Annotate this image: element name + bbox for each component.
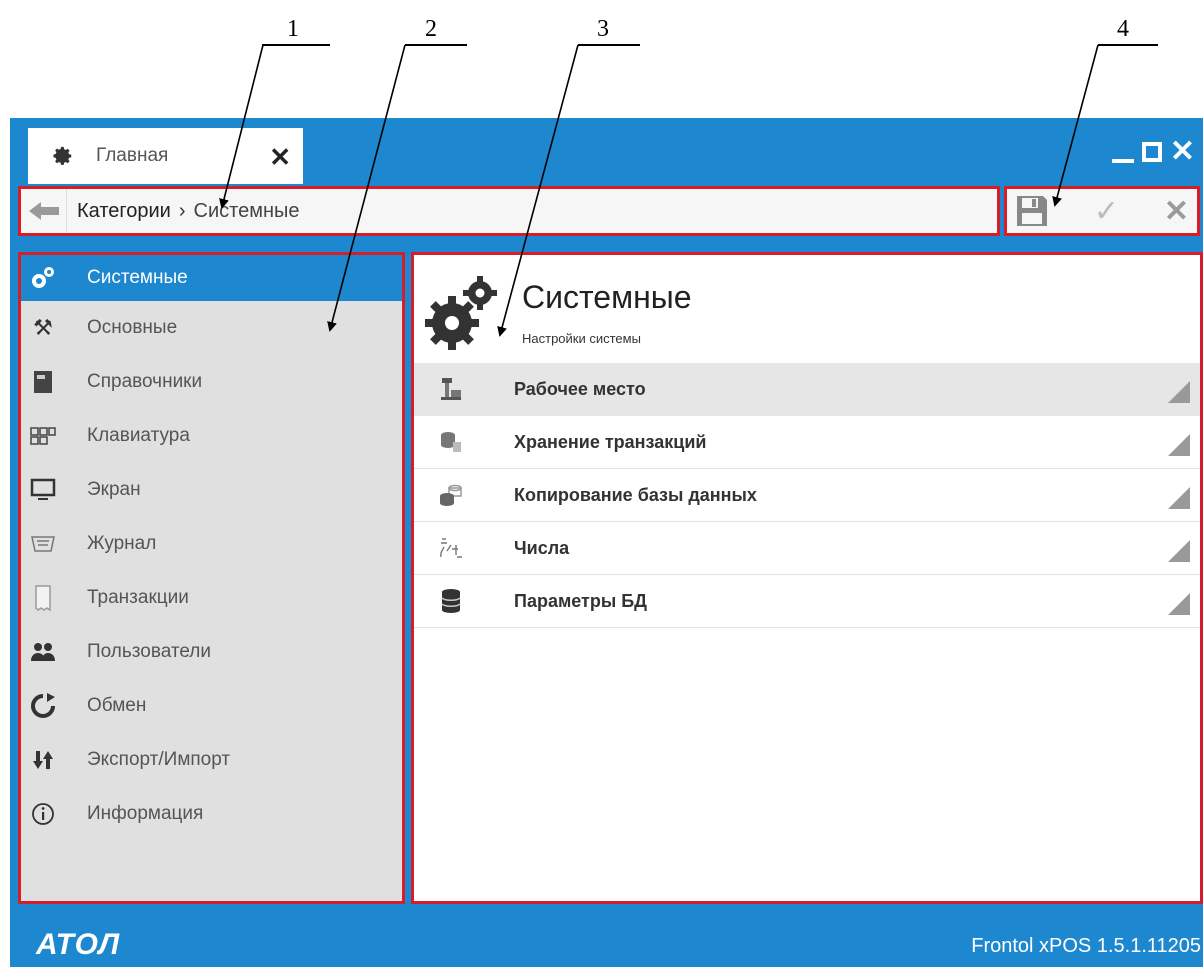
window-close-button[interactable]: ✕ xyxy=(1170,137,1195,167)
settings-row-db-params[interactable]: Параметры БД xyxy=(414,575,1200,628)
book-icon xyxy=(29,368,57,396)
info-icon xyxy=(29,800,57,828)
page-title: Системные xyxy=(522,279,692,315)
system-gears-icon xyxy=(425,276,497,350)
expand-triangle-icon xyxy=(1168,434,1190,456)
callout-1: 1 xyxy=(287,16,299,42)
save-icon[interactable] xyxy=(1015,194,1049,228)
sidebar-item-label: Экспорт/Импорт xyxy=(87,749,231,770)
sidebar-item-information[interactable]: Информация xyxy=(21,787,402,841)
workstation-icon xyxy=(436,374,466,404)
users-icon xyxy=(29,638,57,666)
expand-triangle-icon xyxy=(1168,487,1190,509)
sidebar-item-journal[interactable]: Журнал xyxy=(21,517,402,571)
expand-triangle-icon xyxy=(1168,593,1190,615)
system-gear-icon xyxy=(29,264,57,292)
settings-row-label: Параметры БД xyxy=(514,590,647,611)
check-icon[interactable]: ✓ xyxy=(1094,194,1119,229)
sidebar-item-label: Информация xyxy=(87,803,204,824)
window-controls: ✕ xyxy=(1111,137,1195,167)
callout-2: 2 xyxy=(425,16,437,42)
app-window: Главная ✕ ✕ Категории › Системные ✓ ✕ Си… xyxy=(10,118,1203,967)
sidebar-item-transactions[interactable]: Транзакции xyxy=(21,571,402,625)
settings-row-workstation[interactable]: Рабочее место xyxy=(414,363,1200,416)
sidebar-item-label: Основные xyxy=(87,317,178,338)
main-panel: Системные Настройки системы Рабочее мест… xyxy=(411,252,1203,904)
sidebar-item-basic[interactable]: ⚒ Основные xyxy=(21,301,402,355)
sidebar-item-label: Обмен xyxy=(87,695,147,716)
db-copy-icon xyxy=(436,480,466,510)
breadcrumb-separator-icon: › xyxy=(178,199,186,222)
numbers-icon xyxy=(436,533,466,563)
breadcrumb-current: Системные xyxy=(193,199,300,222)
tab-title: Главная xyxy=(96,145,169,166)
sidebar-item-screen[interactable]: Экран xyxy=(21,463,402,517)
storage-icon xyxy=(436,427,466,457)
database-icon xyxy=(436,586,466,616)
sidebar-item-references[interactable]: Справочники xyxy=(21,355,402,409)
settings-row-numbers[interactable]: Числа xyxy=(414,522,1200,575)
breadcrumb-root[interactable]: Категории xyxy=(77,200,171,223)
monitor-icon xyxy=(29,476,57,504)
maximize-button[interactable] xyxy=(1141,142,1162,162)
sidebar-item-exchange[interactable]: Обмен xyxy=(21,679,402,733)
callout-4: 4 xyxy=(1117,16,1129,42)
minimize-button[interactable] xyxy=(1111,159,1134,163)
settings-row-label: Копирование базы данных xyxy=(514,484,757,505)
callout-2-bar xyxy=(405,44,467,46)
back-arrow-icon xyxy=(28,202,59,220)
callout-4-bar xyxy=(1098,44,1158,46)
callout-3-bar xyxy=(578,44,640,46)
settings-row-transaction-storage[interactable]: Хранение транзакций xyxy=(414,416,1200,469)
export-import-icon xyxy=(29,746,57,774)
tools-icon: ⚒ xyxy=(33,315,53,340)
sync-icon xyxy=(29,692,57,720)
settings-row-label: Хранение транзакций xyxy=(514,431,707,452)
tab-close-icon[interactable]: ✕ xyxy=(269,142,291,173)
sidebar-item-system[interactable]: Системные xyxy=(21,255,402,301)
sidebar-item-label: Справочники xyxy=(87,371,203,392)
expand-triangle-icon xyxy=(1168,540,1190,562)
sidebar: Системные ⚒ Основные Справочники Клавиат… xyxy=(18,252,405,904)
settings-row-label: Числа xyxy=(514,537,570,558)
breadcrumb: Категории › Системные xyxy=(18,186,1000,236)
settings-row-label: Рабочее место xyxy=(514,378,646,399)
sidebar-item-label: Журнал xyxy=(87,533,157,554)
back-button[interactable] xyxy=(21,189,67,233)
sidebar-item-label: Клавиатура xyxy=(87,425,190,446)
sidebar-item-export-import[interactable]: Экспорт/Импорт xyxy=(21,733,402,787)
callout-3: 3 xyxy=(597,16,609,42)
keyboard-icon xyxy=(29,422,57,450)
version-label: Frontol xPOS 1.5.1.11205 xyxy=(971,935,1201,957)
tab-main[interactable]: Главная ✕ xyxy=(28,128,303,184)
sidebar-item-keyboard[interactable]: Клавиатура xyxy=(21,409,402,463)
sidebar-item-label: Экран xyxy=(87,479,141,500)
sidebar-item-label: Системные xyxy=(87,267,188,288)
sidebar-item-label: Пользователи xyxy=(87,641,212,662)
sidebar-item-label: Транзакции xyxy=(87,587,189,608)
gear-icon xyxy=(53,146,72,165)
sidebar-item-users[interactable]: Пользователи xyxy=(21,625,402,679)
brand-logo: АТОЛ xyxy=(36,928,121,961)
journal-icon xyxy=(29,530,57,558)
settings-row-db-copy[interactable]: Копирование базы данных xyxy=(414,469,1200,522)
expand-triangle-icon xyxy=(1168,381,1190,403)
cancel-icon[interactable]: ✕ xyxy=(1164,194,1189,229)
receipt-icon xyxy=(29,584,57,612)
action-toolbar: ✓ ✕ xyxy=(1004,186,1200,236)
page-subtitle: Настройки системы xyxy=(522,331,641,346)
main-header: Системные Настройки системы xyxy=(414,255,1200,363)
callout-1-bar xyxy=(262,44,330,46)
